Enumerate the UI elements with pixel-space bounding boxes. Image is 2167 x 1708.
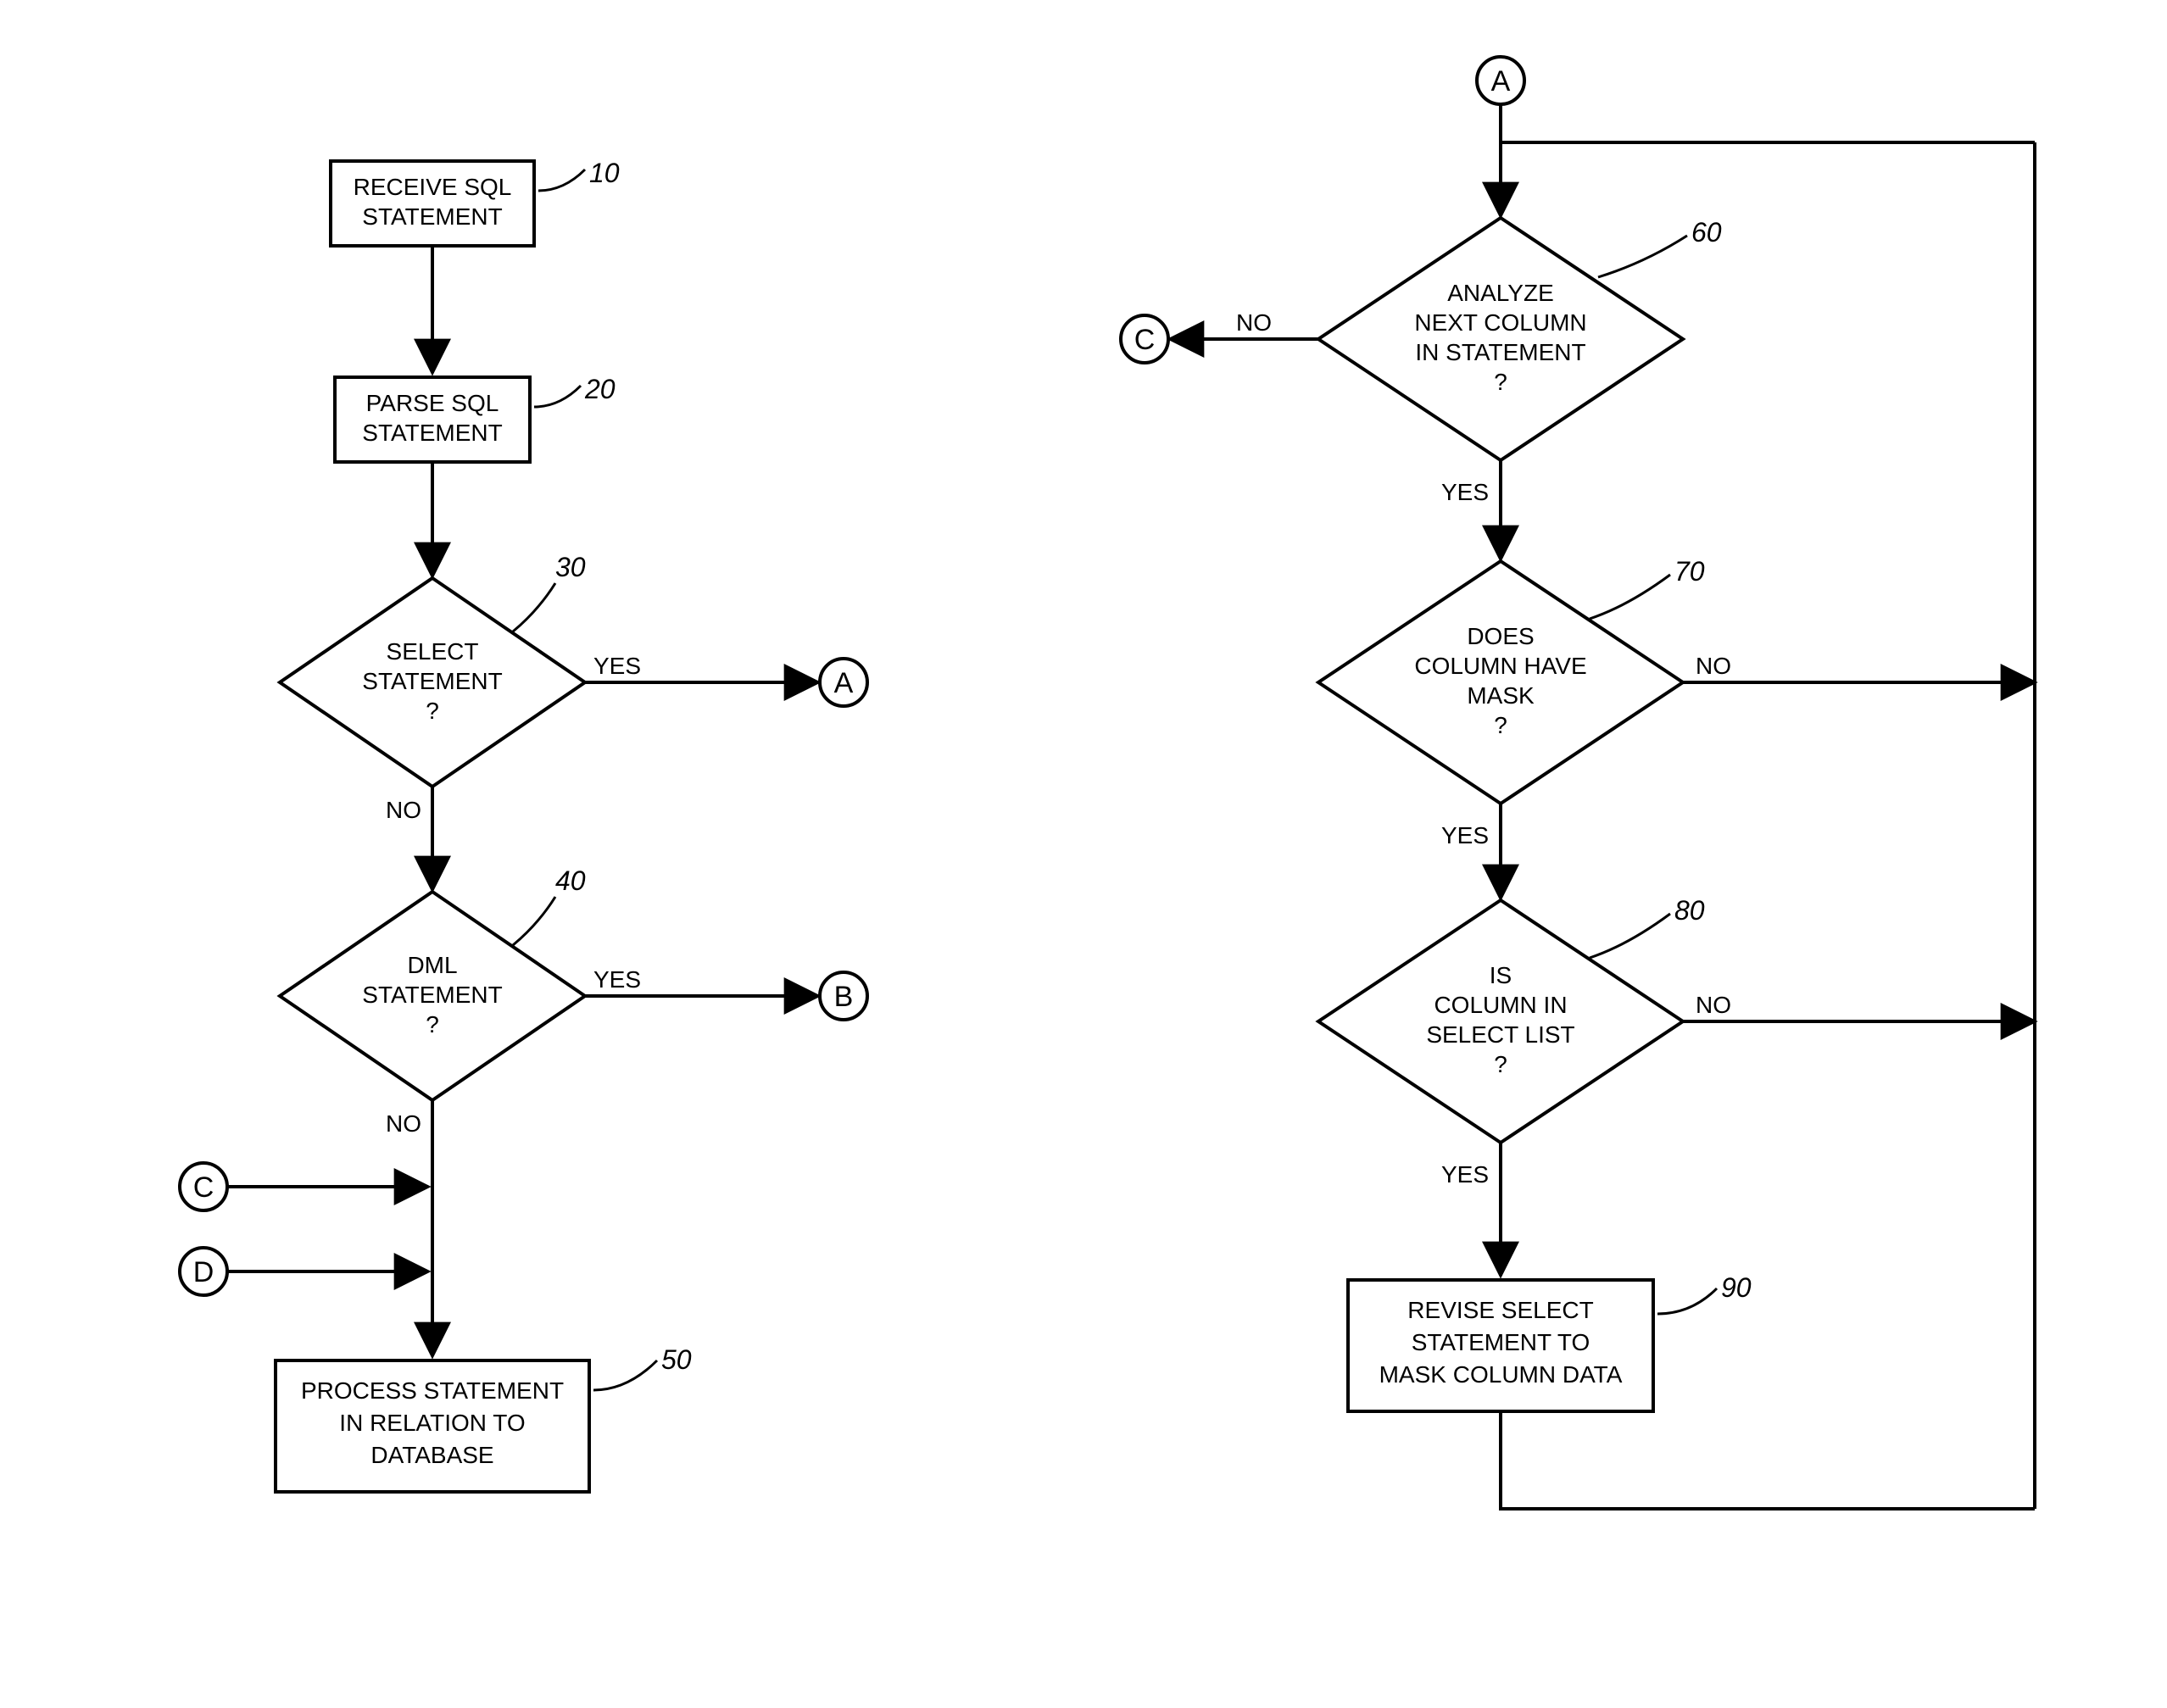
leader-30: [513, 583, 555, 631]
svg-text:IN STATEMENT: IN STATEMENT: [1415, 339, 1585, 365]
node-parse-sql: PARSE SQL STATEMENT: [335, 377, 530, 462]
connector-C-right-label: C: [1134, 324, 1156, 356]
node-select-statement: SELECT STATEMENT ?: [280, 578, 585, 787]
leader-60: [1598, 236, 1687, 277]
svg-text:STATEMENT: STATEMENT: [362, 982, 502, 1008]
leader-80: [1590, 914, 1670, 958]
edge-60-yes-label: YES: [1441, 479, 1489, 505]
leader-90: [1657, 1288, 1717, 1314]
svg-text:?: ?: [1494, 1051, 1507, 1077]
node-column-have-mask: DOES COLUMN HAVE MASK ?: [1318, 561, 1683, 804]
ref-40: 40: [555, 865, 586, 896]
svg-text:IN RELATION TO: IN RELATION TO: [339, 1410, 525, 1436]
ref-10: 10: [589, 158, 620, 188]
edge-70-yes-label: YES: [1441, 822, 1489, 848]
connector-D-label: D: [193, 1256, 214, 1288]
node-column-in-select-list: IS COLUMN IN SELECT LIST ?: [1318, 900, 1683, 1143]
svg-text:STATEMENT: STATEMENT: [362, 420, 502, 446]
svg-text:?: ?: [426, 1011, 439, 1038]
leader-20: [534, 386, 581, 407]
svg-text:DATABASE: DATABASE: [370, 1442, 493, 1468]
edge-80-no-label: NO: [1696, 992, 1731, 1018]
svg-text:?: ?: [1494, 369, 1507, 395]
svg-text:?: ?: [1494, 712, 1507, 738]
svg-text:REVISE SELECT: REVISE SELECT: [1407, 1297, 1593, 1323]
node-receive-sql: RECEIVE SQL STATEMENT: [331, 161, 534, 246]
svg-text:DOES: DOES: [1467, 623, 1534, 649]
edge-30-yes-label: YES: [593, 653, 641, 679]
svg-text:?: ?: [426, 698, 439, 724]
leader-70: [1590, 575, 1670, 619]
leader-10: [538, 170, 585, 191]
node-revise-select: REVISE SELECT STATEMENT TO MASK COLUMN D…: [1348, 1280, 1653, 1411]
leader-50: [593, 1360, 657, 1390]
connector-A-left-label: A: [834, 667, 854, 699]
svg-text:DML: DML: [407, 952, 457, 978]
edge-30-no-label: NO: [386, 797, 421, 823]
node-analyze-next-column: ANALYZE NEXT COLUMN IN STATEMENT ?: [1318, 218, 1683, 460]
node-process-statement: PROCESS STATEMENT IN RELATION TO DATABAS…: [276, 1360, 589, 1492]
ref-70: 70: [1674, 556, 1705, 587]
svg-text:SELECT LIST: SELECT LIST: [1426, 1021, 1574, 1048]
ref-30: 30: [555, 552, 586, 582]
ref-50: 50: [661, 1344, 692, 1375]
ref-90: 90: [1721, 1272, 1752, 1303]
edge-70-no-label: NO: [1696, 653, 1731, 679]
svg-text:MASK COLUMN DATA: MASK COLUMN DATA: [1379, 1361, 1623, 1388]
svg-text:COLUMN IN: COLUMN IN: [1434, 992, 1567, 1018]
svg-text:NEXT COLUMN: NEXT COLUMN: [1414, 309, 1586, 336]
ref-80: 80: [1674, 895, 1705, 926]
edge-60-no-label: NO: [1236, 309, 1272, 336]
svg-text:STATEMENT TO: STATEMENT TO: [1412, 1329, 1590, 1355]
svg-text:MASK: MASK: [1467, 682, 1535, 709]
edge-80-yes-label: YES: [1441, 1161, 1489, 1188]
svg-text:RECEIVE SQL: RECEIVE SQL: [354, 174, 512, 200]
edge-40-yes-label: YES: [593, 966, 641, 993]
svg-text:COLUMN HAVE: COLUMN HAVE: [1414, 653, 1586, 679]
svg-text:SELECT: SELECT: [387, 638, 479, 665]
edge-90-feedback: [1501, 1411, 2035, 1509]
leader-40: [513, 897, 555, 945]
svg-text:ANALYZE: ANALYZE: [1447, 280, 1554, 306]
svg-text:STATEMENT: STATEMENT: [362, 203, 502, 230]
edge-40-no-label: NO: [386, 1110, 421, 1137]
svg-text:IS: IS: [1490, 962, 1512, 988]
svg-text:STATEMENT: STATEMENT: [362, 668, 502, 694]
connector-A-right-label: A: [1491, 65, 1511, 97]
connector-B-label: B: [834, 981, 854, 1013]
svg-text:PROCESS STATEMENT: PROCESS STATEMENT: [301, 1377, 564, 1404]
connector-C-left-label: C: [193, 1171, 214, 1204]
svg-text:PARSE SQL: PARSE SQL: [366, 390, 499, 416]
ref-20: 20: [584, 374, 616, 404]
flowchart-diagram: RECEIVE SQL STATEMENT 10 PARSE SQL STATE…: [0, 0, 2167, 1708]
node-dml-statement: DML STATEMENT ?: [280, 892, 585, 1100]
ref-60: 60: [1691, 217, 1722, 248]
